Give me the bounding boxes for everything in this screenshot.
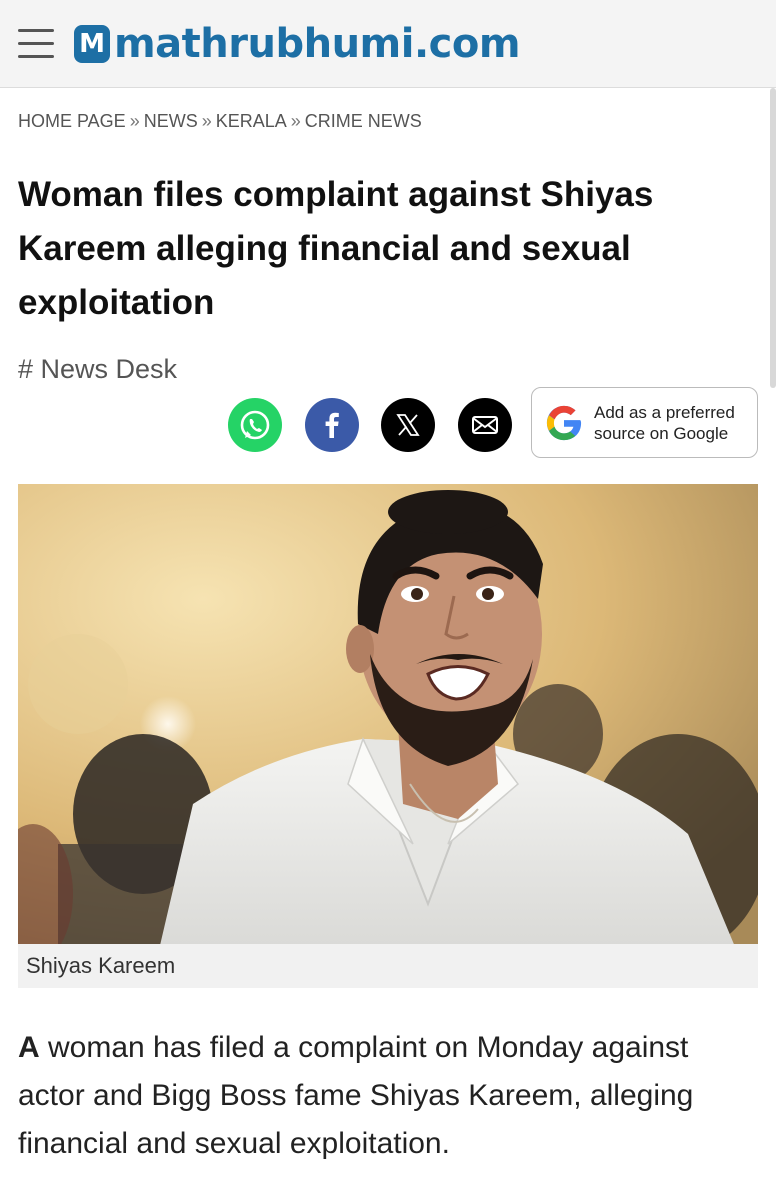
whatsapp-icon [240,410,270,440]
google-button-text: Add as a preferred source on Google [594,402,735,443]
breadcrumb-separator: » [290,111,301,131]
site-logo[interactable]: M mathrubhumi.com [74,20,521,68]
article-lead-paragraph: A woman has filed a complaint on Monday … [18,1024,758,1168]
author-byline[interactable]: # News Desk [18,354,177,385]
logo-badge: M [74,25,110,63]
breadcrumb-home[interactable]: HOME PAGE [18,111,126,131]
facebook-share-button[interactable] [305,398,359,452]
breadcrumb-crime-news[interactable]: CRIME NEWS [305,111,422,131]
google-g-icon [546,405,582,440]
whatsapp-share-button[interactable] [228,398,282,452]
email-share-button[interactable] [458,398,512,452]
breadcrumb-kerala[interactable]: KERALA [216,111,287,131]
menu-icon[interactable] [18,26,56,62]
image-caption: Shiyas Kareem [18,944,758,988]
breadcrumb-separator: » [201,111,212,131]
x-share-button[interactable] [381,398,435,452]
lead-first-word: A [18,1031,40,1064]
facebook-icon [325,412,339,438]
mail-icon [472,416,498,434]
scrollbar[interactable] [770,88,776,388]
article-photo [18,484,758,944]
breadcrumb: HOME PAGE» NEWS» KERALA» CRIME NEWS [18,111,422,132]
logo-text: mathrubhumi.com [114,21,521,67]
google-preferred-source-button[interactable]: Add as a preferred source on Google [531,387,758,458]
site-header: M mathrubhumi.com [0,0,776,88]
breadcrumb-news[interactable]: NEWS [144,111,198,131]
article-title: Woman files complaint against Shiyas Kar… [18,175,654,322]
lead-text: woman has filed a complaint on Monday ag… [18,1031,694,1160]
breadcrumb-separator: » [129,111,140,131]
x-icon [396,414,420,436]
